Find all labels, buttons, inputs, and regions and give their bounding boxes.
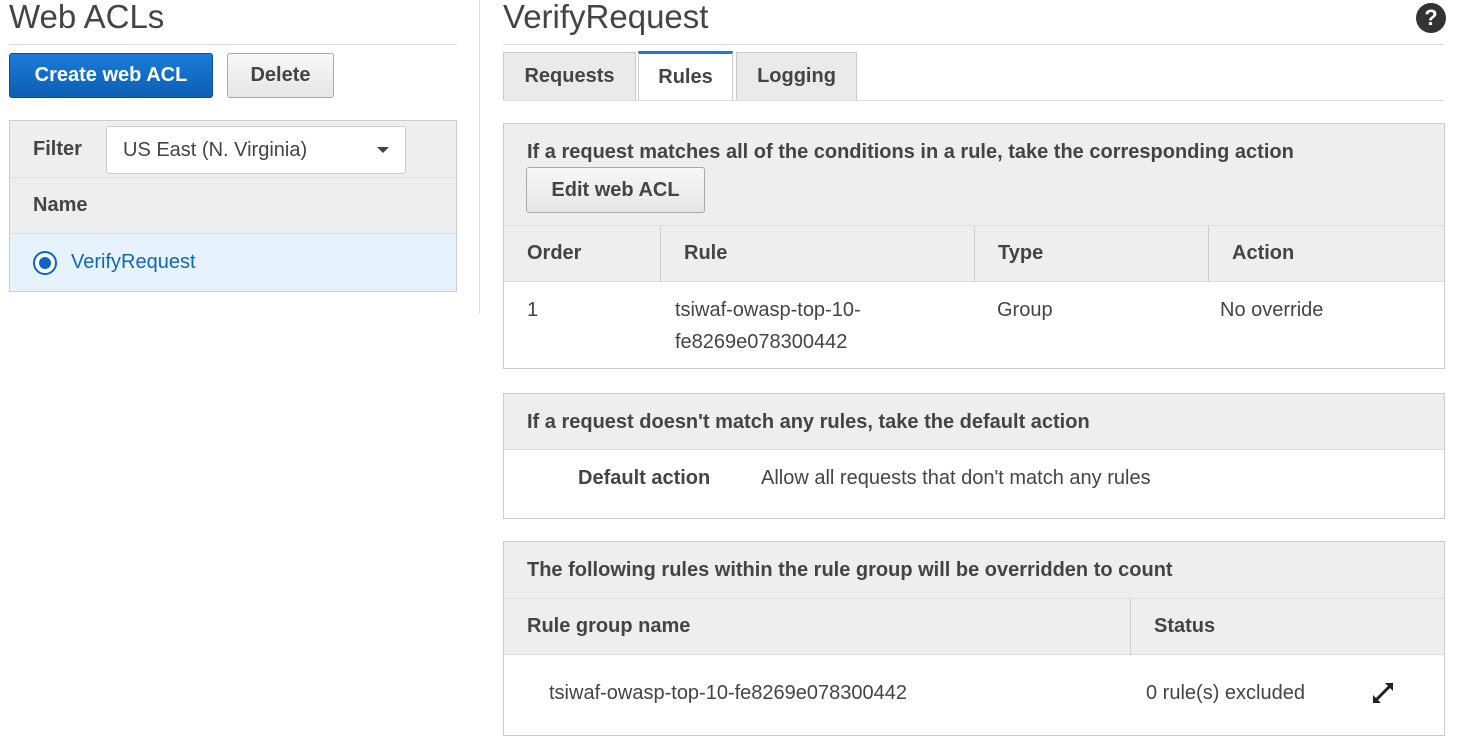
delete-button[interactable]: Delete <box>227 53 334 98</box>
col-rule: Rule <box>684 242 728 264</box>
rule-name-line1: tsiwaf-owasp-top-10- <box>675 299 861 321</box>
radio-selected-icon[interactable] <box>33 251 57 275</box>
tab-bar-divider <box>503 100 1445 101</box>
rules-panel-header: If a request matches all of the conditio… <box>504 124 1444 226</box>
table-row: 1 tsiwaf-owasp-top-10- fe8269e078300442 … <box>504 282 1444 368</box>
column-divider <box>974 226 975 282</box>
edit-web-acl-button[interactable]: Edit web ACL <box>526 167 705 213</box>
rule-group-name: tsiwaf-owasp-top-10-fe8269e078300442 <box>549 682 908 704</box>
tab-logging[interactable]: Logging <box>736 52 857 100</box>
default-action-value: Allow all requests that don't match any … <box>761 467 1151 489</box>
divider <box>503 44 1445 45</box>
override-table-header: Rule group name Status <box>504 599 1444 655</box>
rule-name-line2: fe8269e078300442 <box>675 331 848 353</box>
filter-label: Filter <box>33 138 82 160</box>
acl-name-link[interactable]: VerifyRequest <box>71 251 196 274</box>
tab-requests[interactable]: Requests <box>503 52 636 100</box>
override-panel-header: The following rules within the rule grou… <box>504 542 1444 599</box>
col-action: Action <box>1232 242 1295 264</box>
divider <box>9 44 457 45</box>
region-select-value: US East (N. Virginia) <box>123 139 308 161</box>
help-icon[interactable]: ? <box>1416 3 1446 33</box>
col-order: Order <box>527 242 582 264</box>
default-action-row: Default action Allow all requests that d… <box>504 450 1444 518</box>
web-acls-pane: Web ACLs Create web ACL Delete Filter US… <box>0 0 480 314</box>
detail-title: VerifyRequest <box>503 0 709 35</box>
override-panel: The following rules within the rule grou… <box>503 541 1445 736</box>
web-acl-list: Filter US East (N. Virginia) Name Verify… <box>9 120 457 292</box>
create-web-acl-button[interactable]: Create web ACL <box>9 53 213 98</box>
default-action-label: Default action <box>578 467 711 489</box>
default-panel-heading: If a request doesn't match any rules, ta… <box>527 411 1090 433</box>
expand-icon[interactable] <box>1370 680 1396 706</box>
column-divider <box>660 226 661 282</box>
name-column-header: Name <box>10 178 456 234</box>
override-status: 0 rule(s) excluded <box>1146 682 1305 704</box>
page-title: Web ACLs <box>9 0 165 35</box>
rules-panel: If a request matches all of the conditio… <box>503 123 1445 369</box>
rule-type: Group <box>997 299 1053 321</box>
tab-rules[interactable]: Rules <box>638 51 733 101</box>
col-status: Status <box>1154 615 1216 637</box>
rule-action: No override <box>1220 299 1324 321</box>
override-panel-heading: The following rules within the rule grou… <box>527 559 1173 581</box>
region-select[interactable]: US East (N. Virginia) <box>106 126 406 174</box>
rules-table-header: Order Rule Type Action <box>504 226 1444 282</box>
column-divider <box>1130 599 1131 655</box>
filter-row: Filter US East (N. Virginia) <box>10 121 456 178</box>
list-item[interactable]: VerifyRequest <box>10 234 456 291</box>
table-row: tsiwaf-owasp-top-10-fe8269e078300442 0 r… <box>504 655 1444 735</box>
col-rule-group-name: Rule group name <box>527 615 691 637</box>
column-divider <box>1208 226 1209 282</box>
name-header-label: Name <box>33 194 88 216</box>
col-type: Type <box>998 242 1044 264</box>
rule-order: 1 <box>527 299 539 321</box>
default-action-panel: If a request doesn't match any rules, ta… <box>503 393 1445 519</box>
default-panel-header: If a request doesn't match any rules, ta… <box>504 394 1444 450</box>
rules-panel-heading: If a request matches all of the conditio… <box>527 141 1294 163</box>
chevron-down-icon <box>377 147 389 153</box>
